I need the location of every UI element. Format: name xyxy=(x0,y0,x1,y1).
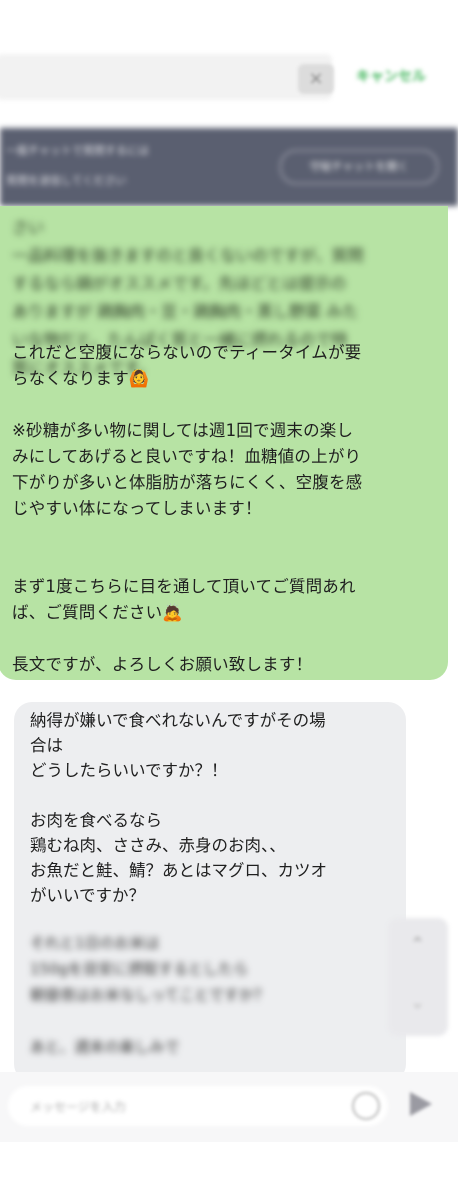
message-line xyxy=(12,626,442,652)
send-icon[interactable] xyxy=(410,1092,432,1116)
notice-banner: 一般チャットで質問するには 質問を送信してください 守秘チャットを開く xyxy=(0,128,458,206)
message-text: これだと空腹にならないのでティータイムが要 らなくなります🙆 ※砂糖が多い物に関… xyxy=(12,340,442,678)
close-icon: × xyxy=(308,68,324,89)
emoji-icon[interactable] xyxy=(352,1092,380,1120)
message-line: じやすい体になってしまいます！ xyxy=(12,499,262,518)
search-bar: × キャンセル xyxy=(0,46,458,110)
message-line: お肉を食べるなら xyxy=(30,811,162,830)
chevron-up-icon[interactable]: ⌃ xyxy=(410,934,425,955)
scroll-controls: ⌃ ⌄ xyxy=(388,918,448,1036)
message-line xyxy=(12,522,442,548)
message-text: 納得が嫌いで食べれないんですがその場 合は どうしたらいいですか？！ お肉を食べ… xyxy=(30,708,400,908)
message-line: どうしたらいいですか？！ xyxy=(30,761,228,780)
message-line: 納得が嫌いで食べれないんですがその場 xyxy=(30,711,326,730)
message-placeholder: メッセージを入力 xyxy=(30,1100,126,1114)
message-line xyxy=(30,783,400,808)
banner-text: 一般チャットで質問するには xyxy=(6,144,149,157)
message-line: ※砂糖が多い物に関しては週1回で週末の楽し xyxy=(12,421,354,440)
message-line: 長文ですが、よろしくお願い致します！ xyxy=(12,655,313,674)
message-line: まず1度こちらに目を通して頂いてご質問あれ xyxy=(12,577,356,596)
message-input[interactable]: メッセージを入力 xyxy=(8,1086,388,1126)
message-line: 合は xyxy=(30,736,63,755)
cancel-button[interactable]: キャンセル xyxy=(356,66,426,86)
message-line: 鶏むね肉、ささみ、赤身のお肉、、 xyxy=(30,836,286,855)
clear-search-button[interactable]: × xyxy=(298,64,334,94)
message-line: がいいですか？ xyxy=(30,886,146,905)
search-input[interactable] xyxy=(0,54,332,100)
incoming-message-bubble: 納得が嫌いで食べれないんですがその場 合は どうしたらいいですか？！ お肉を食べ… xyxy=(14,702,406,1082)
message-line xyxy=(12,392,442,418)
composer-bar: メッセージを入力 xyxy=(0,1072,458,1142)
message-line: らなくなります🙆 xyxy=(12,369,150,388)
banner-text: 質問を送信してください xyxy=(6,174,127,187)
message-line: これだと空腹にならないのでティータイムが要 xyxy=(12,343,362,362)
outgoing-message-bubble: さい 一品料理を抜きますのと良くないのですが、質問 するなら鍋がオススメです。先… xyxy=(0,206,448,680)
blurred-message-text: さい 一品料理を抜きますのと良くないのですが、質問 するなら鍋がオススメです。先… xyxy=(12,218,364,377)
blurred-message-text: それと1日のお米は 150gを目安に摂取するとしたら 朝昼夜はお米なしってことで… xyxy=(30,934,269,1056)
chevron-down-icon[interactable]: ⌄ xyxy=(410,992,425,1013)
message-line: ば、ご質問ください🙇 xyxy=(12,603,184,622)
message-line: お魚だと鮭、鯖？あとはマグロ、カツオ xyxy=(30,861,327,880)
message-line xyxy=(12,548,442,574)
banner-button[interactable]: 守秘チャットを開く xyxy=(280,150,438,184)
message-line: みにしてあげると良いですね！血糖値の上がり xyxy=(12,447,362,466)
message-line: 下がりが多いと体脂肪が落ちにくく、空腹を感 xyxy=(12,473,363,492)
